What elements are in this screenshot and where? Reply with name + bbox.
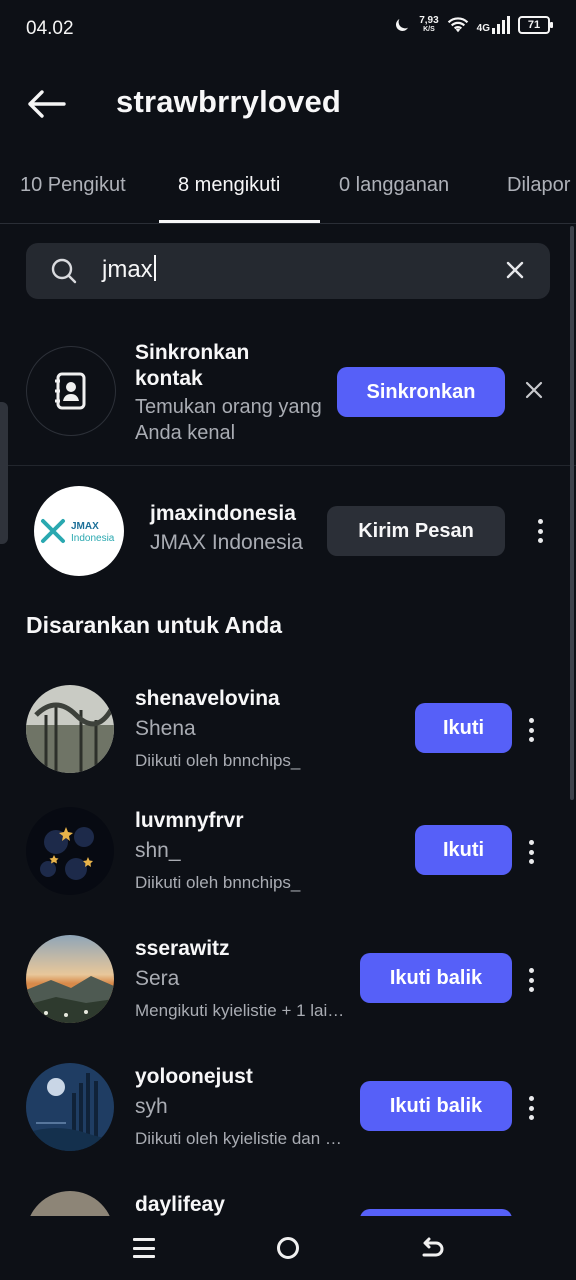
suggestion-username: luvmnyfrvr	[135, 809, 244, 832]
follow-button[interactable]: Ikuti	[415, 703, 512, 753]
suggestions-heading: Disarankan untuk Anda	[26, 612, 283, 638]
active-tab-indicator	[159, 220, 320, 223]
suggestion-username: shenavelovina	[135, 687, 280, 710]
contacts-avatar	[26, 346, 116, 436]
search-icon	[51, 258, 77, 284]
avatar[interactable]	[26, 807, 114, 895]
search-box[interactable]: jmax	[26, 243, 550, 299]
avatar[interactable]	[26, 1191, 114, 1216]
list-item[interactable]: shenavelovina Shena Diikuti oleh bnnchip…	[0, 677, 576, 805]
suggestion-name: shn_	[135, 839, 181, 862]
search-input[interactable]: jmax	[102, 255, 482, 284]
list-item[interactable]: daylifeay	[0, 1183, 576, 1216]
follow-button[interactable]	[360, 1209, 512, 1216]
header: strawbrryloved	[0, 66, 576, 146]
more-options-icon[interactable]	[523, 837, 539, 867]
list-item[interactable]: yoloonejust syh Diikuti oleh kyielistie …	[0, 1055, 576, 1183]
suggestion-meta: Diikuti oleh bnnchips_	[135, 751, 301, 770]
back-button[interactable]	[22, 82, 70, 126]
list-item[interactable]: sserawitz Sera Mengikuti kyielistie + 1 …	[0, 927, 576, 1055]
suggestion-meta: Mengikuti kyielistie + 1 lainnya	[135, 1001, 345, 1020]
sync-description: Temukan orang yang Anda kenal	[135, 396, 322, 444]
back-nav-icon[interactable]	[420, 1235, 446, 1261]
page-title: strawbrryloved	[116, 84, 342, 119]
avatar[interactable]	[26, 685, 114, 773]
tab-followers[interactable]: 10 Pengikut	[20, 174, 126, 197]
recent-apps-button[interactable]	[133, 1238, 155, 1258]
follow-button[interactable]: Ikuti	[415, 825, 512, 875]
result-username: jmaxindonesia	[150, 502, 296, 525]
tab-following[interactable]: 8 mengikuti	[178, 174, 280, 197]
avatar[interactable]	[26, 1063, 114, 1151]
sync-contacts-card: Sinkronkan kontak Temukan orang yang And…	[0, 330, 576, 466]
avatar[interactable]	[26, 935, 114, 1023]
status-bar: 04.02 7,93 K/S 4G 71	[0, 0, 576, 58]
suggestion-username: daylifeay	[135, 1193, 225, 1216]
contact-book-icon	[55, 372, 86, 410]
suggestion-username: yoloonejust	[135, 1065, 253, 1088]
suggestion-meta: Diikuti oleh bnnchips_	[135, 873, 301, 892]
moon-icon	[396, 19, 409, 31]
clear-search-icon[interactable]	[504, 259, 526, 281]
battery-indicator: 71	[518, 16, 553, 34]
status-icons: 7,93 K/S 4G 71	[393, 15, 553, 34]
suggestion-name: syh	[135, 1095, 168, 1118]
network-speed: 7,93 K/S	[419, 15, 439, 34]
tab-subscriptions[interactable]: 0 langganan	[339, 174, 449, 197]
sync-title: Sinkronkan kontak	[135, 341, 250, 390]
send-message-button[interactable]: Kirim Pesan	[327, 506, 505, 556]
follow-back-button[interactable]: Ikuti balik	[360, 1081, 512, 1131]
sync-button[interactable]: Sinkronkan	[337, 367, 505, 417]
close-icon[interactable]	[524, 380, 544, 400]
system-navigation-bar	[0, 1216, 576, 1280]
follow-back-button[interactable]: Ikuti balik	[360, 953, 512, 1003]
edge-panel-handle[interactable]	[0, 402, 8, 544]
signal-icon: 4G	[477, 16, 510, 34]
suggestion-name: Sera	[135, 967, 180, 990]
jmax-logo: JMAX Indonesia	[34, 486, 124, 576]
more-options-icon[interactable]	[532, 516, 548, 546]
scrollbar[interactable]	[570, 226, 574, 800]
more-options-icon[interactable]	[523, 1093, 539, 1123]
status-time: 04.02	[26, 18, 74, 39]
jmax-logo-mark: JMAX Indonesia	[41, 519, 115, 544]
home-button[interactable]	[277, 1237, 299, 1259]
suggestion-username: sserawitz	[135, 937, 230, 960]
suggestion-meta: Diikuti oleh kyielistie dan lainnya	[135, 1129, 345, 1148]
search-result-row[interactable]: JMAX Indonesia jmaxindonesia JMAX Indone…	[0, 482, 576, 582]
suggestion-name: Shena	[135, 717, 196, 740]
svg-text:JMAX: JMAX	[71, 521, 99, 532]
tab-bar: 10 Pengikut 8 mengikuti 0 langganan Dila…	[0, 150, 576, 224]
list-item[interactable]: luvmnyfrvr shn_ Diikuti oleh bnnchips_ I…	[0, 799, 576, 927]
tab-reported[interactable]: Dilapor	[507, 174, 570, 197]
more-options-icon[interactable]	[523, 965, 539, 995]
arrow-left-icon	[28, 90, 66, 118]
svg-text:Indonesia: Indonesia	[71, 533, 115, 544]
wifi-icon	[447, 17, 468, 33]
more-options-icon[interactable]	[523, 715, 539, 745]
result-fullname: JMAX Indonesia	[150, 531, 303, 554]
